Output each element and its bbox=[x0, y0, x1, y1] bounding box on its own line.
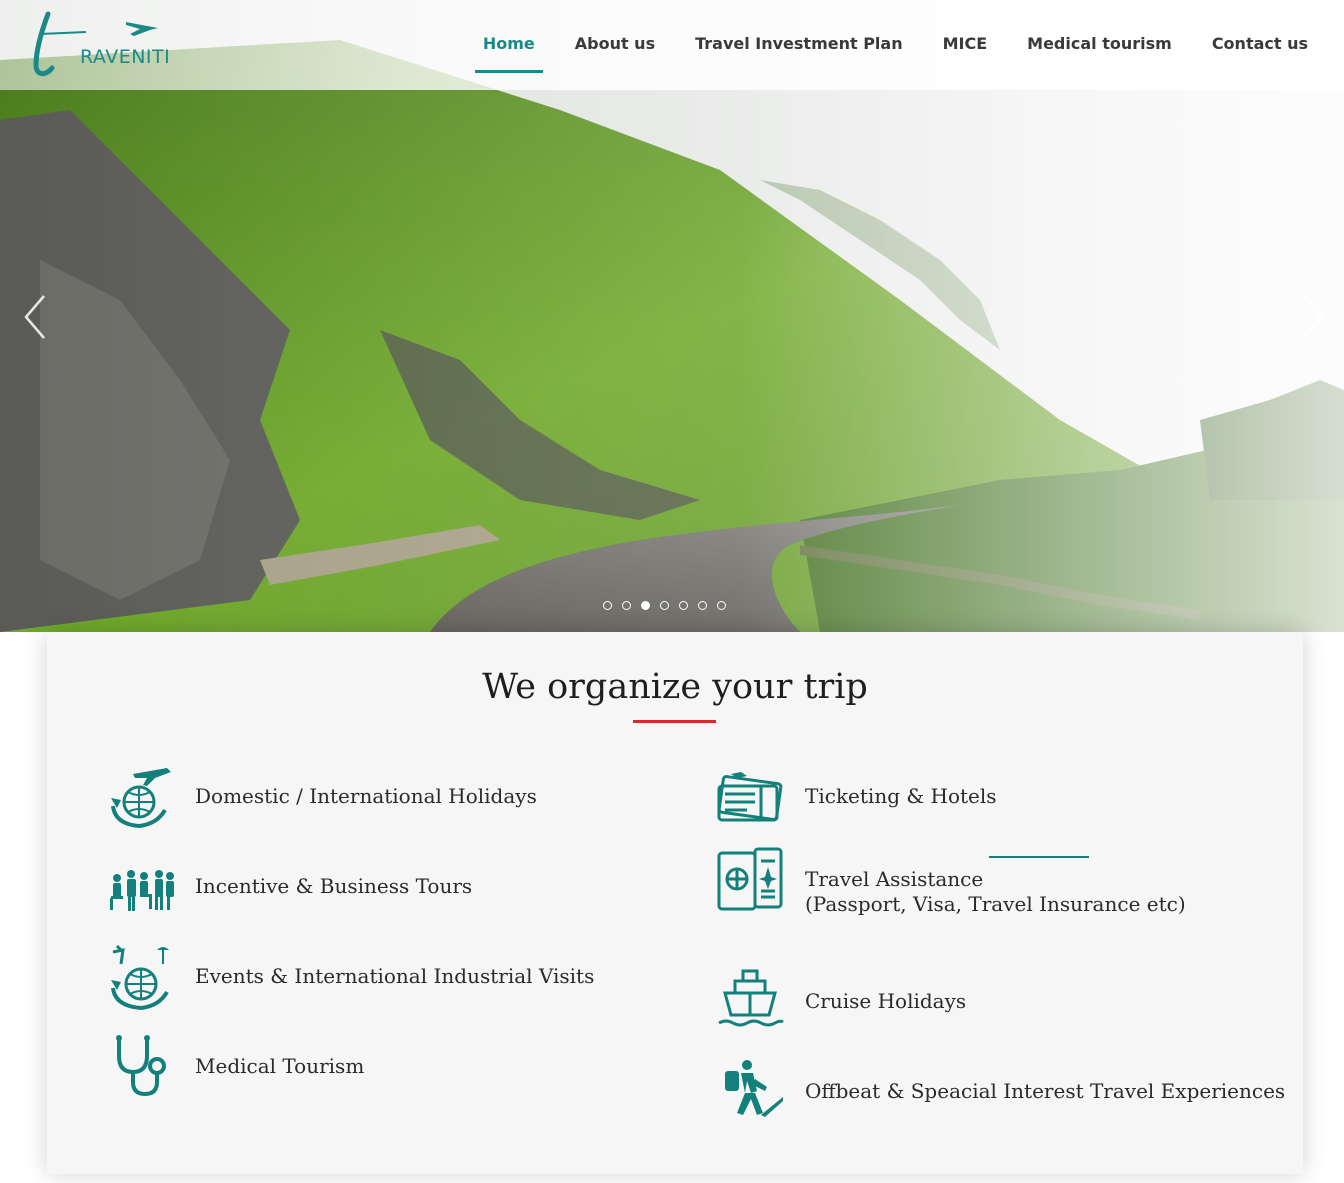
service-domestic-international-holidays[interactable]: Domestic / International Holidays bbox=[107, 762, 537, 830]
service-label: Medical Tourism bbox=[195, 1053, 365, 1078]
nav-medical-tourism[interactable]: Medical tourism bbox=[1007, 28, 1192, 73]
service-label: Travel Assistance bbox=[805, 867, 984, 891]
service-label: Ticketing & Hotels bbox=[805, 783, 997, 808]
service-label: Cruise Holidays bbox=[805, 988, 967, 1013]
carousel-prev-arrow-icon[interactable] bbox=[20, 292, 50, 342]
service-sublabel: (Passport, Visa, Travel Insurance etc) bbox=[805, 892, 1186, 916]
carousel-indicators bbox=[603, 601, 726, 610]
service-offbeat-travel[interactable]: Offbeat & Speacial Interest Travel Exper… bbox=[717, 1057, 1285, 1125]
carousel-dot[interactable] bbox=[622, 601, 631, 610]
ship-icon bbox=[718, 969, 784, 1027]
carousel-dot-active[interactable] bbox=[641, 601, 650, 610]
tickets-icon bbox=[717, 772, 783, 822]
service-label: Domestic / International Holidays bbox=[195, 783, 537, 808]
service-label: Offbeat & Speacial Interest Travel Exper… bbox=[805, 1078, 1286, 1103]
section-title: We organize your trip bbox=[482, 667, 868, 707]
service-label: Events & International Industrial Visits bbox=[195, 963, 595, 988]
service-events-industrial-visits[interactable]: Events & International Industrial Visits bbox=[107, 942, 594, 1010]
nav-home[interactable]: Home bbox=[463, 28, 555, 73]
hero-carousel: RAVENITI Home About us Travel Investment… bbox=[0, 0, 1344, 632]
travel-assistance-text: Travel Assistance (Passport, Visa, Trave… bbox=[805, 867, 1186, 917]
site-header: RAVENITI Home About us Travel Investment… bbox=[0, 0, 1344, 90]
hiker-icon bbox=[725, 1060, 783, 1117]
main-nav: Home About us Travel Investment Plan MIC… bbox=[463, 28, 1328, 73]
service-label: Incentive & Business Tours bbox=[195, 873, 473, 898]
logo-mark-icon bbox=[33, 11, 158, 77]
carousel-dot[interactable] bbox=[698, 601, 707, 610]
title-underline bbox=[633, 720, 716, 723]
events-globe-icon bbox=[111, 944, 169, 1010]
plane-globe-icon bbox=[111, 768, 171, 829]
nav-about-us[interactable]: About us bbox=[555, 28, 675, 73]
carousel-dot[interactable] bbox=[660, 601, 669, 610]
service-cruise-holidays[interactable]: Cruise Holidays bbox=[717, 967, 966, 1035]
airplane-icon bbox=[126, 22, 158, 36]
service-ticketing-hotels[interactable]: Ticketing & Hotels bbox=[717, 762, 997, 830]
service-incentive-business-tours[interactable]: Incentive & Business Tours bbox=[107, 852, 472, 920]
carousel-dot[interactable] bbox=[679, 601, 688, 610]
logo-text: RAVENITI bbox=[80, 46, 171, 68]
nav-contact-us[interactable]: Contact us bbox=[1192, 28, 1328, 73]
logo[interactable]: RAVENITI bbox=[30, 10, 170, 80]
nav-travel-investment-plan[interactable]: Travel Investment Plan bbox=[675, 28, 923, 73]
service-medical-tourism[interactable]: Medical Tourism bbox=[107, 1032, 364, 1100]
carousel-next-arrow-icon[interactable] bbox=[1298, 292, 1328, 342]
passport-icon bbox=[717, 847, 783, 911]
hero-image-mountain-road bbox=[0, 0, 1344, 632]
nav-mice[interactable]: MICE bbox=[923, 28, 1008, 73]
business-group-icon bbox=[110, 870, 174, 911]
service-travel-assistance[interactable]: Travel Assistance (Passport, Visa, Trave… bbox=[717, 847, 1186, 917]
services-card: We organize your trip Domestic / Interna… bbox=[47, 632, 1303, 1174]
stethoscope-icon bbox=[116, 1035, 166, 1097]
carousel-dot[interactable] bbox=[717, 601, 726, 610]
carousel-dot[interactable] bbox=[603, 601, 612, 610]
